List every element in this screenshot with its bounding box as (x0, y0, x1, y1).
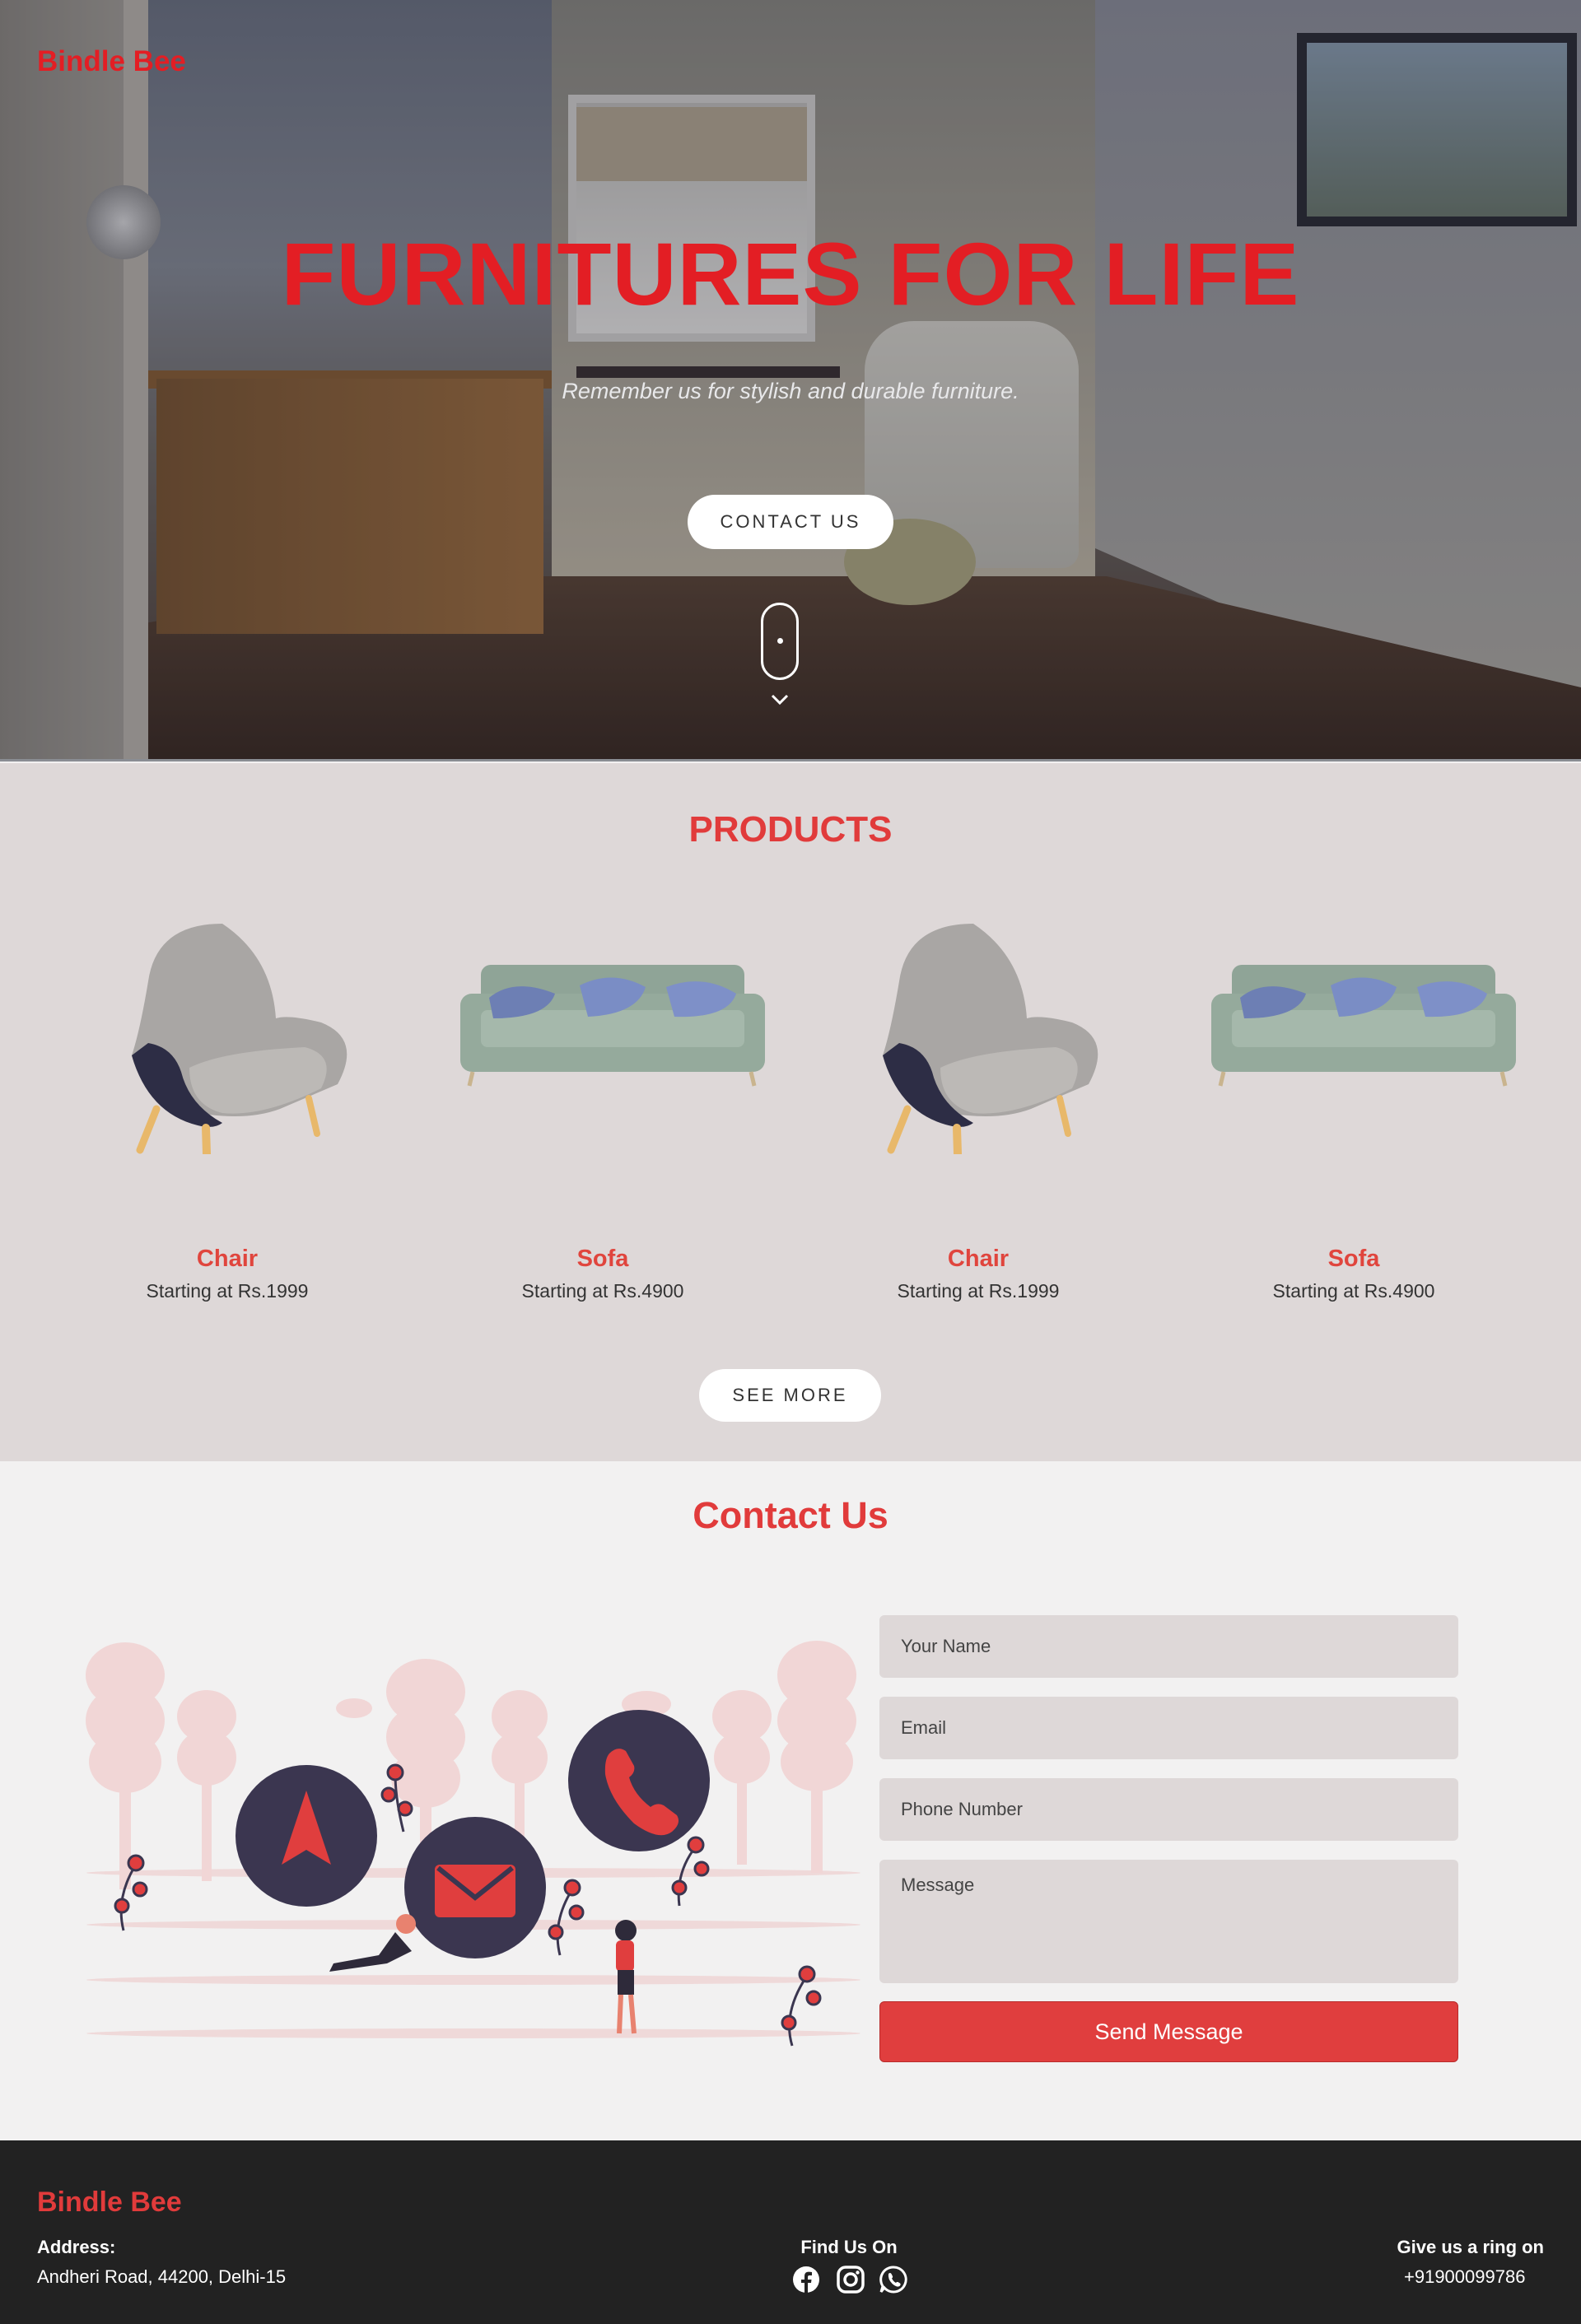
hero-divider (0, 759, 1581, 761)
product-price: Starting at Rs.4900 (1272, 1280, 1435, 1302)
chevron-down-icon[interactable] (767, 692, 792, 708)
mail-circle (404, 1817, 546, 1958)
product-card[interactable]: Sofa Starting at Rs.4900 (1166, 763, 1541, 1323)
hero-section: Bindle Bee FURNITURES FOR LIFE Remember … (0, 0, 1581, 761)
footer: Bindle Bee Address: Andheri Road, 44200,… (0, 2140, 1581, 2324)
phone-label: Give us a ring on (1397, 2237, 1544, 2257)
email-field[interactable] (879, 1697, 1458, 1759)
armchair-image (132, 924, 347, 1154)
product-card[interactable]: Sofa Starting at Rs.4900 (415, 763, 790, 1323)
contact-section: Contact Us Your Name Email Phone Number … (0, 1461, 1581, 2140)
contact-illustration (86, 1641, 860, 2047)
product-name: Sofa (576, 1246, 629, 1272)
phone-number[interactable]: +91900099786 (1404, 2266, 1525, 2288)
product-name: Chair (947, 1246, 1010, 1272)
sofa-image (1211, 965, 1516, 1087)
phone-field[interactable] (879, 1778, 1458, 1841)
find-us-label: Find Us On (800, 2237, 898, 2257)
contact-us-button[interactable]: CONTACT US (688, 495, 893, 549)
message-field[interactable] (879, 1860, 1458, 1983)
instagram-icon[interactable] (837, 2266, 865, 2294)
facebook-icon[interactable] (792, 2266, 820, 2294)
product-name: Chair (196, 1246, 259, 1272)
phone-circle (568, 1710, 710, 1851)
person-standing (615, 1920, 637, 2034)
whatsapp-icon[interactable] (879, 2266, 907, 2294)
contact-title: Contact Us (693, 1494, 888, 1536)
name-field[interactable] (879, 1615, 1458, 1678)
brand-logo[interactable]: Bindle Bee (37, 45, 186, 78)
product-price: Starting at Rs.1999 (146, 1280, 309, 1302)
products-section: PRODUCTS Chair Starting at Rs.1999 Sofa … (0, 763, 1581, 1461)
address-text: Andheri Road, 44200, Delhi-15 (37, 2266, 287, 2287)
product-name: Sofa (1327, 1246, 1380, 1272)
location-circle (236, 1765, 377, 1907)
hero-subtitle: Remember us for stylish and durable furn… (562, 379, 1019, 403)
hero-title: FURNITURES FOR LIFE (281, 224, 1300, 324)
armchair-image (883, 924, 1098, 1154)
footer-brand[interactable]: Bindle Bee (37, 2187, 182, 2219)
product-card[interactable]: Chair Starting at Rs.1999 (790, 763, 1166, 1323)
product-price: Starting at Rs.4900 (521, 1280, 684, 1302)
product-card[interactable]: Chair Starting at Rs.1999 (40, 763, 415, 1323)
scroll-dot (777, 638, 783, 644)
product-price: Starting at Rs.1999 (897, 1280, 1060, 1302)
send-message-button[interactable]: Send Message (879, 2001, 1458, 2062)
see-more-button[interactable]: SEE MORE (699, 1369, 881, 1422)
sofa-image (460, 965, 765, 1087)
scroll-mouse-icon[interactable] (761, 603, 799, 680)
